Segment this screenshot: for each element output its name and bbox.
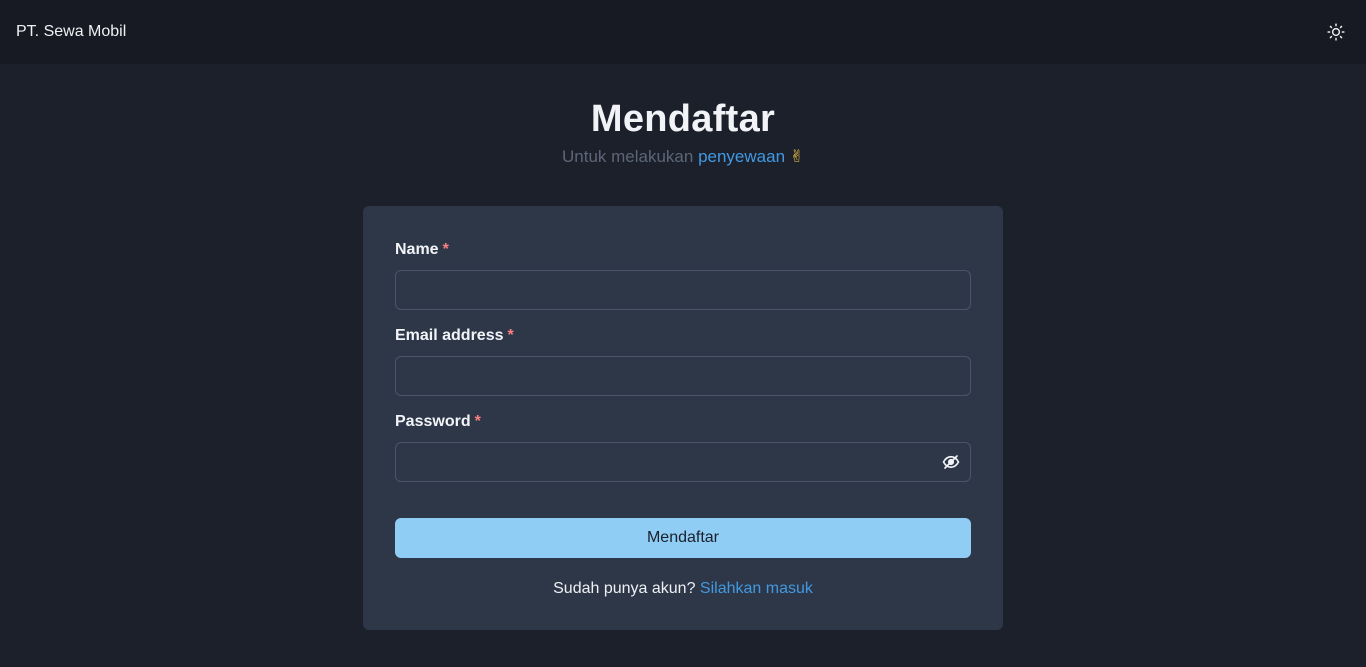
login-prompt-text: Sudah punya akun? bbox=[553, 580, 700, 597]
subtitle-text: Untuk melakukan bbox=[561, 147, 699, 166]
name-label: Name * bbox=[395, 240, 971, 260]
password-label: Password * bbox=[395, 412, 971, 432]
password-input[interactable] bbox=[395, 442, 971, 482]
theme-toggle-button[interactable] bbox=[1320, 16, 1352, 48]
password-label-text: Password bbox=[395, 413, 471, 430]
brand-link[interactable]: PT. Sewa Mobil bbox=[16, 23, 126, 41]
name-input[interactable] bbox=[395, 270, 971, 310]
password-field-group: Password * bbox=[395, 412, 971, 482]
email-label-text: Email address bbox=[395, 327, 504, 344]
email-label: Email address * bbox=[395, 326, 971, 346]
page-subtitle: Untuk melakukan penyewaan ✌ bbox=[0, 146, 1366, 168]
sun-icon bbox=[1327, 23, 1345, 41]
navbar: PT. Sewa Mobil bbox=[0, 0, 1366, 64]
register-submit-button[interactable]: Mendaftar bbox=[395, 518, 971, 558]
password-input-wrapper bbox=[395, 442, 971, 482]
login-link[interactable]: Silahkan masuk bbox=[700, 580, 813, 597]
email-input[interactable] bbox=[395, 356, 971, 396]
name-field-group: Name * bbox=[395, 240, 971, 310]
subtitle-link[interactable]: penyewaan bbox=[698, 147, 785, 166]
email-field-group: Email address * bbox=[395, 326, 971, 396]
login-prompt: Sudah punya akun? Silahkan masuk bbox=[395, 580, 971, 598]
required-marker: * bbox=[474, 413, 481, 430]
page-heading: Mendaftar Untuk melakukan penyewaan ✌ bbox=[0, 96, 1366, 168]
page-title: Mendaftar bbox=[590, 98, 776, 140]
name-label-text: Name bbox=[395, 241, 439, 258]
required-marker: * bbox=[507, 327, 514, 344]
register-card: Name * Email address * Password * Mendaftar… bbox=[363, 206, 1003, 630]
victory-hand-emoji: ✌ bbox=[789, 147, 805, 166]
toggle-password-visibility-button[interactable] bbox=[939, 450, 963, 474]
eye-off-icon bbox=[942, 455, 960, 469]
required-marker: * bbox=[442, 241, 449, 258]
